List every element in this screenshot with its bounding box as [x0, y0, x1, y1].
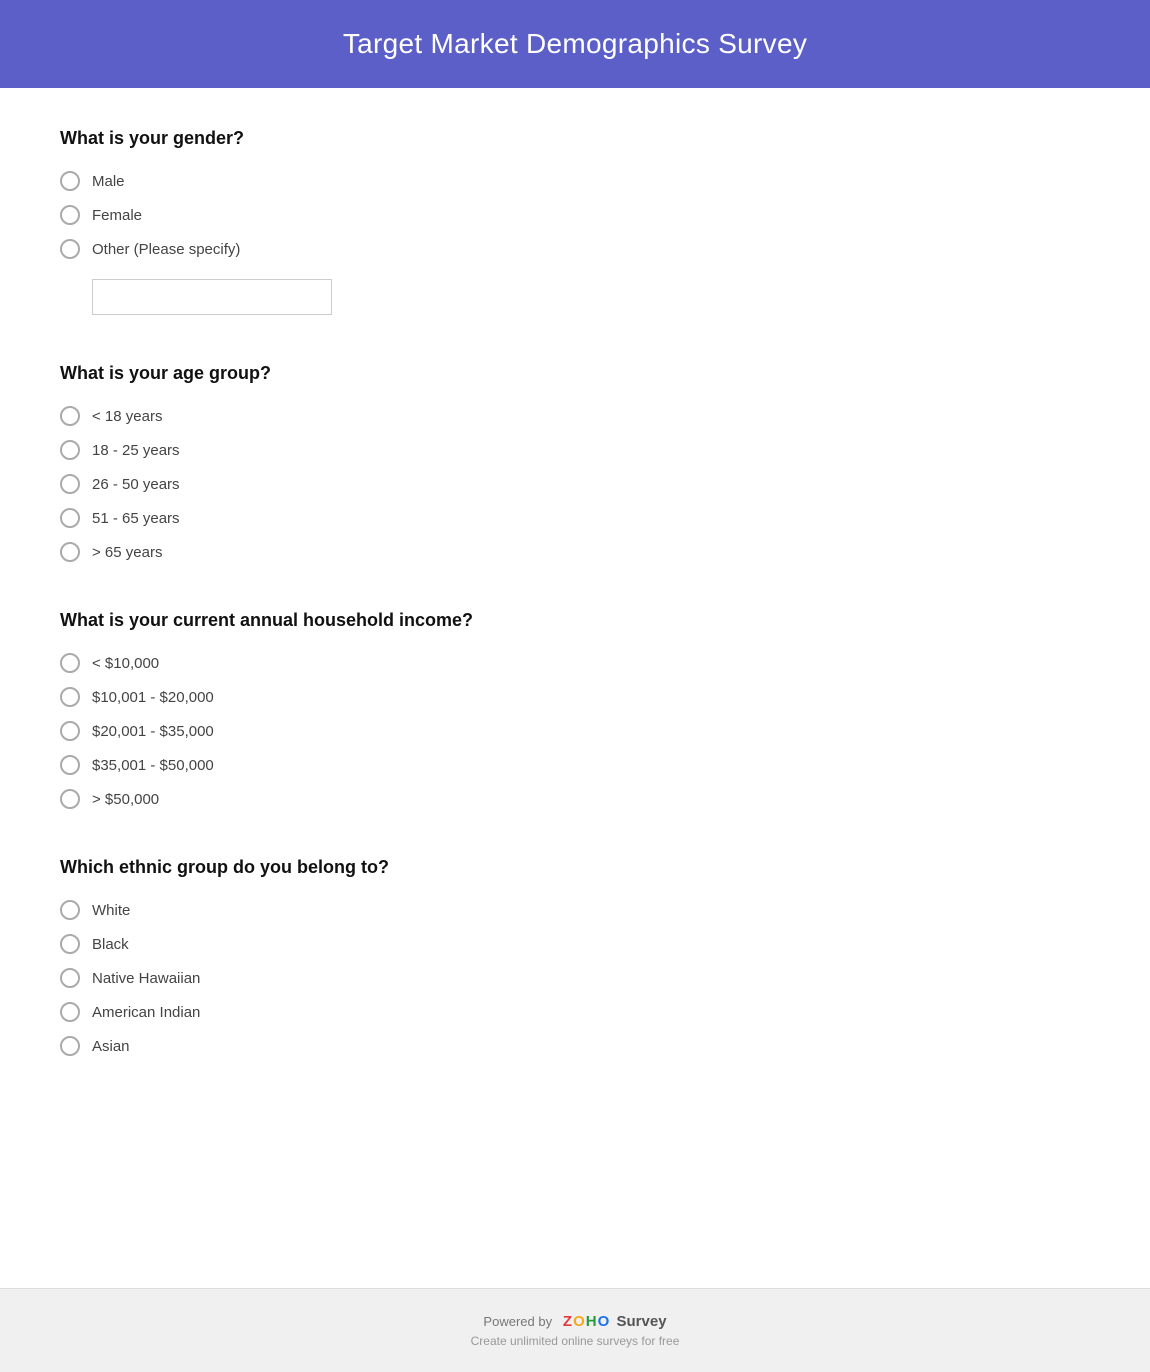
survey-label: Survey: [617, 1313, 667, 1330]
radio-circle: [60, 653, 80, 673]
income-option-35k-50k[interactable]: $35,001 - $50,000: [60, 755, 1090, 775]
radio-circle: [60, 205, 80, 225]
age-label-over65: > 65 years: [92, 544, 162, 561]
ethnicity-label-asian: Asian: [92, 1038, 130, 1055]
ethnicity-label-white: White: [92, 902, 130, 919]
ethnicity-label-american-indian: American Indian: [92, 1004, 200, 1021]
question-ethnicity-title: Which ethnic group do you belong to?: [60, 857, 1090, 878]
radio-circle: [60, 508, 80, 528]
powered-by-text: Powered by: [483, 1314, 552, 1329]
ethnicity-option-native-hawaiian[interactable]: Native Hawaiian: [60, 968, 1090, 988]
survey-title: Target Market Demographics Survey: [20, 28, 1130, 60]
survey-header: Target Market Demographics Survey: [0, 0, 1150, 88]
radio-circle: [60, 900, 80, 920]
radio-circle: [60, 239, 80, 259]
age-label-18-25: 18 - 25 years: [92, 442, 180, 459]
ethnicity-option-asian[interactable]: Asian: [60, 1036, 1090, 1056]
age-option-over65[interactable]: > 65 years: [60, 542, 1090, 562]
question-gender: What is your gender? Male Female Other (…: [60, 128, 1090, 315]
income-label-over50k: > $50,000: [92, 791, 159, 808]
question-income-title: What is your current annual household in…: [60, 610, 1090, 631]
gender-option-male[interactable]: Male: [60, 171, 1090, 191]
page-footer: Powered by ZOHO Survey Create unlimited …: [0, 1288, 1150, 1372]
income-option-over50k[interactable]: > $50,000: [60, 789, 1090, 809]
radio-circle: [60, 721, 80, 741]
survey-content: What is your gender? Male Female Other (…: [0, 88, 1150, 1288]
zoho-o2: O: [598, 1313, 610, 1330]
ethnicity-radio-group: White Black Native Hawaiian American Ind…: [60, 900, 1090, 1056]
gender-option-other[interactable]: Other (Please specify): [60, 239, 1090, 259]
zoho-o: O: [573, 1313, 585, 1330]
radio-circle: [60, 1036, 80, 1056]
ethnicity-option-american-indian[interactable]: American Indian: [60, 1002, 1090, 1022]
income-radio-group: < $10,000 $10,001 - $20,000 $20,001 - $3…: [60, 653, 1090, 809]
radio-circle: [60, 406, 80, 426]
age-option-51-65[interactable]: 51 - 65 years: [60, 508, 1090, 528]
income-label-20k-35k: $20,001 - $35,000: [92, 723, 214, 740]
age-option-under18[interactable]: < 18 years: [60, 406, 1090, 426]
income-label-under10k: < $10,000: [92, 655, 159, 672]
income-label-10k-20k: $10,001 - $20,000: [92, 689, 214, 706]
income-option-20k-35k[interactable]: $20,001 - $35,000: [60, 721, 1090, 741]
question-income: What is your current annual household in…: [60, 610, 1090, 809]
question-ethnicity: Which ethnic group do you belong to? Whi…: [60, 857, 1090, 1056]
ethnicity-option-white[interactable]: White: [60, 900, 1090, 920]
powered-by-line: Powered by ZOHO Survey: [20, 1313, 1130, 1330]
footer-tagline: Create unlimited online surveys for free: [20, 1334, 1130, 1348]
radio-circle: [60, 542, 80, 562]
radio-circle: [60, 789, 80, 809]
radio-circle: [60, 171, 80, 191]
income-option-10k-20k[interactable]: $10,001 - $20,000: [60, 687, 1090, 707]
gender-label-male: Male: [92, 173, 125, 190]
ethnicity-option-black[interactable]: Black: [60, 934, 1090, 954]
question-gender-title: What is your gender?: [60, 128, 1090, 149]
zoho-h: H: [586, 1313, 597, 1330]
radio-circle: [60, 934, 80, 954]
age-label-under18: < 18 years: [92, 408, 162, 425]
radio-circle: [60, 687, 80, 707]
radio-circle: [60, 755, 80, 775]
ethnicity-label-black: Black: [92, 936, 129, 953]
question-age: What is your age group? < 18 years 18 - …: [60, 363, 1090, 562]
zoho-z: Z: [563, 1313, 572, 1330]
radio-circle: [60, 968, 80, 988]
gender-specify-input[interactable]: [92, 279, 332, 315]
radio-circle: [60, 474, 80, 494]
zoho-logo: ZOHO: [563, 1313, 609, 1330]
income-option-under10k[interactable]: < $10,000: [60, 653, 1090, 673]
age-radio-group: < 18 years 18 - 25 years 26 - 50 years 5…: [60, 406, 1090, 562]
gender-label-other: Other (Please specify): [92, 241, 240, 258]
radio-circle: [60, 1002, 80, 1022]
income-label-35k-50k: $35,001 - $50,000: [92, 757, 214, 774]
age-option-26-50[interactable]: 26 - 50 years: [60, 474, 1090, 494]
question-age-title: What is your age group?: [60, 363, 1090, 384]
age-label-51-65: 51 - 65 years: [92, 510, 180, 527]
gender-radio-group: Male Female Other (Please specify): [60, 171, 1090, 315]
radio-circle: [60, 440, 80, 460]
age-option-18-25[interactable]: 18 - 25 years: [60, 440, 1090, 460]
age-label-26-50: 26 - 50 years: [92, 476, 180, 493]
ethnicity-label-native-hawaiian: Native Hawaiian: [92, 970, 200, 987]
gender-label-female: Female: [92, 207, 142, 224]
gender-option-female[interactable]: Female: [60, 205, 1090, 225]
